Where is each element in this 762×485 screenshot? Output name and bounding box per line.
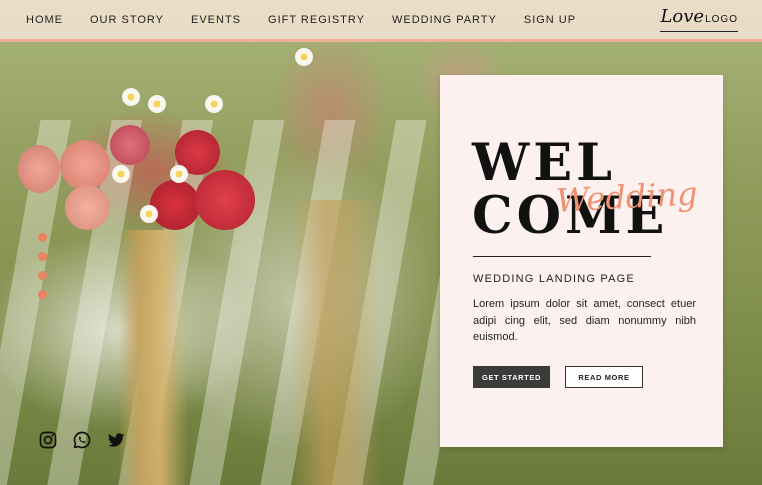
nav-events[interactable]: EVENTS <box>191 14 241 26</box>
main-nav: HOME OUR STORY EVENTS GIFT REGISTRY WEDD… <box>26 14 603 26</box>
page-subtitle: WEDDING LANDING PAGE <box>473 273 635 285</box>
intro-paragraph: Lorem ipsum dolor sit amet, consect etue… <box>473 298 696 343</box>
read-more-button[interactable]: READ MORE <box>565 366 643 388</box>
whatsapp-icon[interactable] <box>72 430 92 450</box>
site-logo[interactable]: Love LOGO <box>660 6 738 32</box>
daisy <box>112 165 130 183</box>
slider-dot[interactable] <box>38 252 47 261</box>
rose <box>110 125 150 165</box>
daisy <box>170 165 188 183</box>
slider-dot[interactable] <box>38 271 47 280</box>
daisy <box>148 95 166 113</box>
daisy <box>205 95 223 113</box>
daisy <box>295 48 313 66</box>
wedding-script-overlay: Wedding <box>555 174 699 220</box>
welcome-card: WEL COME Wedding WEDDING LANDING PAGE Lo… <box>440 75 723 447</box>
rose <box>18 145 60 193</box>
rose <box>150 180 200 230</box>
instagram-icon[interactable] <box>38 430 58 450</box>
rose <box>60 140 110 190</box>
daisy <box>140 205 158 223</box>
daisy <box>122 88 140 106</box>
top-navigation-bar: HOME OUR STORY EVENTS GIFT REGISTRY WEDD… <box>0 0 762 42</box>
slider-dots <box>38 233 47 309</box>
heading-divider <box>473 256 651 257</box>
nav-our-story[interactable]: OUR STORY <box>90 14 164 26</box>
slider-dot[interactable] <box>38 233 47 242</box>
logo-word: LOGO <box>705 14 738 25</box>
slider-dot[interactable] <box>38 290 47 299</box>
nav-sign-up[interactable]: SIGN UP <box>524 14 576 26</box>
twitter-icon[interactable] <box>106 430 126 450</box>
bouquet-stem <box>118 230 188 485</box>
get-started-button[interactable]: GET STARTED <box>473 366 550 388</box>
nav-gift-registry[interactable]: GIFT REGISTRY <box>268 14 365 26</box>
nav-wedding-party[interactable]: WEDDING PARTY <box>392 14 497 26</box>
logo-script: Love <box>660 6 705 27</box>
rose <box>195 170 255 230</box>
background-bouquet-stem <box>290 200 380 485</box>
rose <box>65 185 110 230</box>
nav-home[interactable]: HOME <box>26 14 63 26</box>
social-links <box>38 430 126 450</box>
